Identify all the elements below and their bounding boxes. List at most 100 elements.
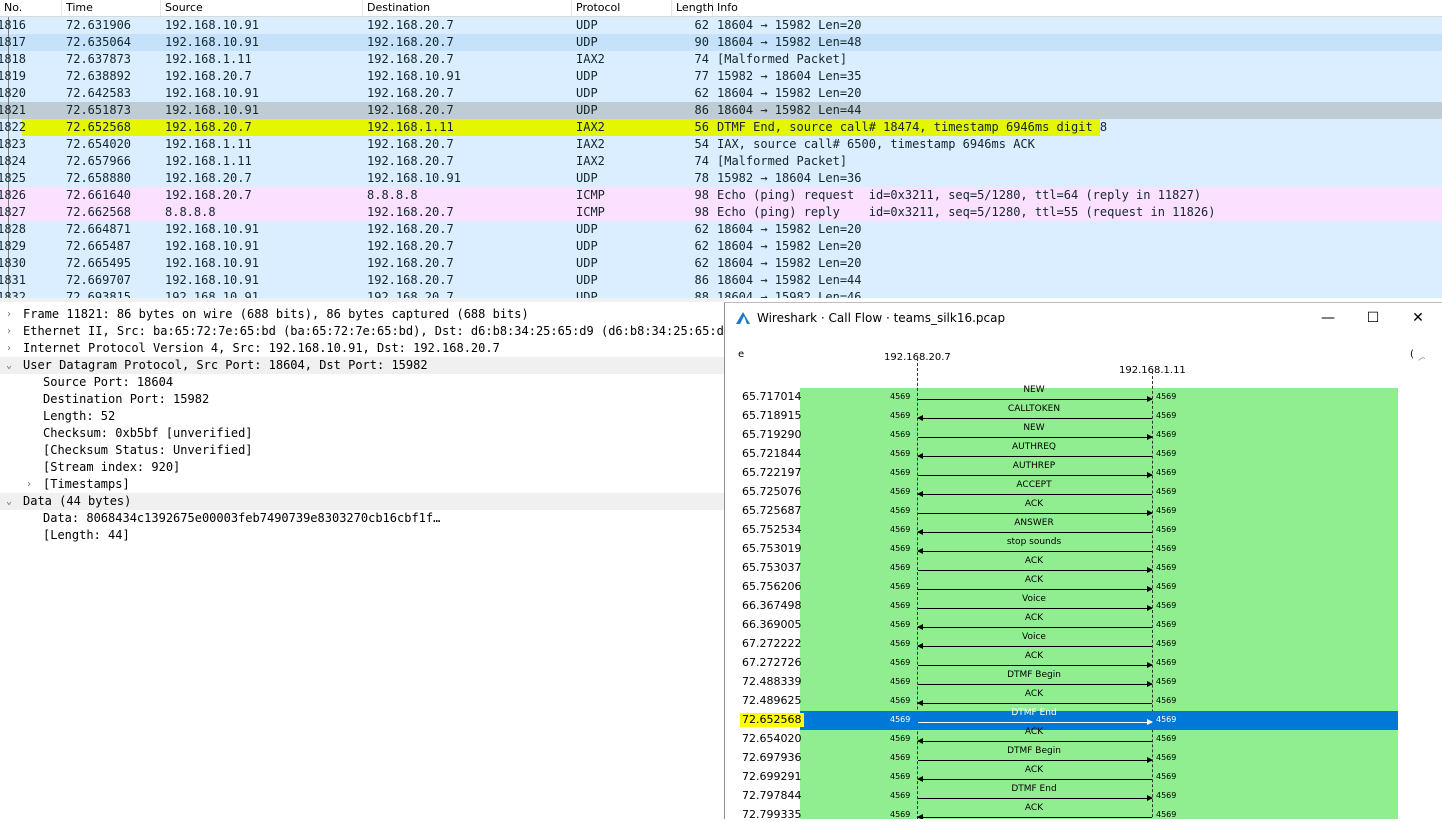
port-a-label: 4569: [890, 715, 911, 724]
packet-source: 192.168.20.7: [165, 171, 252, 185]
packet-row[interactable]: 11821 72.651873 192.168.10.91 192.168.20.7 U…: [0, 102, 1442, 119]
arrow-left-icon: [917, 643, 923, 649]
collapse-chevron-icon[interactable]: ›: [6, 323, 18, 340]
column-header-protocol[interactable]: Protocol: [572, 0, 672, 16]
flow-time: 65.725076: [742, 485, 802, 498]
message-arrow: [918, 681, 1153, 687]
column-header-source[interactable]: Source: [161, 0, 363, 16]
window-titlebar[interactable]: Wireshark · Call Flow · teams_silk16.pca…: [725, 303, 1442, 333]
packet-list[interactable]: No. Time Source Destination Protocol Len…: [0, 0, 1442, 298]
port-b-label: 4569: [1156, 696, 1177, 705]
packet-row[interactable]: 11819 72.638892 192.168.20.7 192.168.10.91 U…: [0, 68, 1442, 85]
packet-length: 62: [694, 18, 709, 32]
packet-no: 11820: [0, 86, 26, 100]
flow-time: 66.367498: [742, 599, 802, 612]
detail-field[interactable]: Destination Port: 15982: [0, 391, 724, 408]
packet-no: 11821: [0, 103, 26, 117]
message-label: DTMF Begin: [1007, 746, 1061, 756]
detail-tree-item[interactable]: › Ethernet II, Src: ba:65:72:7e:65:bd (ba…: [0, 323, 738, 340]
packet-row[interactable]: 11825 72.658880 192.168.20.7 192.168.10.91 U…: [0, 170, 1442, 187]
detail-tree-item[interactable]: › Frame 11821: 86 bytes on wire (688 bits…: [0, 306, 724, 323]
expand-chevron-icon[interactable]: ⌄: [6, 357, 18, 374]
detail-text: Data: 8068434c1392675e00003feb7490739e83…: [43, 511, 441, 525]
detail-text: Data (44 bytes): [23, 494, 132, 508]
detail-field[interactable]: [Length: 44]: [0, 527, 724, 544]
column-header-no[interactable]: No.: [0, 0, 62, 16]
arrow-right-icon: [1147, 472, 1153, 478]
packet-row[interactable]: 11826 72.661640 192.168.20.7 8.8.8.8 ICMP 98 E…: [0, 187, 1442, 204]
packet-info: 18604 → 15982 Len=48: [717, 35, 862, 49]
message-label: DTMF End: [1011, 708, 1057, 718]
column-header-destination[interactable]: Destination: [363, 0, 572, 16]
packet-row[interactable]: 11818 72.637873 192.168.1.11 192.168.20.7 IA…: [0, 51, 1442, 68]
arrow-left-icon: [917, 624, 923, 630]
close-button[interactable]: ✕: [1401, 307, 1435, 329]
detail-field[interactable]: [Checksum Status: Unverified]: [0, 442, 724, 459]
message-arrow: [918, 719, 1153, 725]
packet-row[interactable]: 11827 72.662568 8.8.8.8 192.168.20.7 ICMP 98 E…: [0, 204, 1442, 221]
detail-field[interactable]: [Stream index: 920]: [0, 459, 724, 476]
message-arrow: [918, 434, 1153, 440]
detail-field[interactable]: › [Timestamps]: [0, 476, 724, 493]
column-header-time[interactable]: Time: [62, 0, 161, 16]
packet-protocol: UDP: [576, 18, 598, 32]
packet-protocol: IAX2: [576, 120, 605, 134]
message-arrow: [918, 586, 1153, 592]
flow-time: 72.799335: [742, 808, 802, 819]
collapse-chevron-icon[interactable]: ›: [6, 306, 18, 323]
packet-info: 18604 → 15982 Len=44: [717, 273, 862, 287]
packet-row[interactable]: 11832 72.693815 192.168.10.91 192.168.20.7 U…: [0, 289, 1442, 298]
message-label: Voice: [1022, 632, 1046, 642]
column-header-length[interactable]: Length: [672, 0, 714, 16]
detail-tree-item[interactable]: › Internet Protocol Version 4, Src: 192.1…: [0, 340, 724, 357]
flow-row[interactable]: 72.799335 4569 4569 ACK: [736, 803, 1425, 819]
arrow-left-icon: [917, 738, 923, 744]
detail-field[interactable]: Source Port: 18604: [0, 374, 724, 391]
packet-row[interactable]: 11823 72.654020 192.168.1.11 192.168.20.7 IA…: [0, 136, 1442, 153]
port-b-label: 4569: [1156, 468, 1177, 477]
detail-tree-item[interactable]: ⌄ Data (44 bytes): [0, 493, 724, 510]
collapse-chevron-icon[interactable]: ›: [6, 340, 18, 357]
arrow-right-icon: [1147, 662, 1153, 668]
packet-row[interactable]: 11816 72.631906 192.168.10.91 192.168.20.7 U…: [0, 17, 1442, 34]
packet-source: 192.168.20.7: [165, 120, 252, 134]
call-flow-window[interactable]: Wireshark · Call Flow · teams_silk16.pca…: [724, 302, 1442, 819]
packet-destination: 192.168.20.7: [367, 35, 454, 49]
packet-row[interactable]: 11831 72.669707 192.168.10.91 192.168.20.7 U…: [0, 272, 1442, 289]
packet-protocol: UDP: [576, 273, 598, 287]
packet-row[interactable]: 11820 72.642583 192.168.10.91 192.168.20.7 U…: [0, 85, 1442, 102]
port-b-label: 4569: [1156, 753, 1177, 762]
packet-details[interactable]: › Frame 11821: 86 bytes on wire (688 bits…: [0, 298, 738, 822]
flow-time: 72.654020: [742, 732, 802, 745]
minimize-button[interactable]: —: [1311, 307, 1345, 329]
packet-destination: 8.8.8.8: [367, 188, 418, 202]
expand-chevron-icon[interactable]: ⌄: [6, 493, 18, 510]
packet-time: 72.637873: [66, 52, 132, 66]
scroll-up-icon[interactable]: ︿: [1418, 348, 1425, 363]
port-b-label: 4569: [1156, 791, 1177, 800]
message-arrow: [918, 605, 1153, 611]
flow-graph-canvas[interactable]: e ( ︿ 192.168.20.7 192.168.1.11 65.71701…: [736, 346, 1425, 819]
detail-field[interactable]: Data: 8068434c1392675e00003feb7490739e83…: [0, 510, 724, 527]
packet-row[interactable]: 11817 72.635064 192.168.10.91 192.168.20.7 U…: [0, 34, 1442, 51]
flow-time: 72.488339: [742, 675, 802, 688]
detail-tree-item[interactable]: ⌄ User Datagram Protocol, Src Port: 18604…: [0, 357, 724, 374]
port-a-label: 4569: [890, 677, 911, 686]
port-a-label: 4569: [890, 582, 911, 591]
collapse-chevron-icon[interactable]: ›: [26, 476, 38, 493]
packet-row[interactable]: 11829 72.665487 192.168.10.91 192.168.20.7 U…: [0, 238, 1442, 255]
packet-length: 74: [694, 52, 709, 66]
port-b-label: 4569: [1156, 563, 1177, 572]
detail-text: [Checksum Status: Unverified]: [43, 443, 253, 457]
maximize-button[interactable]: ☐: [1356, 307, 1390, 329]
packet-row[interactable]: 11830 72.665495 192.168.10.91 192.168.20.7 U…: [0, 255, 1442, 272]
packet-row[interactable]: 11824 72.657966 192.168.1.11 192.168.20.7 IA…: [0, 153, 1442, 170]
clipped-column-text-right: (: [1410, 349, 1414, 360]
detail-field[interactable]: Length: 52: [0, 408, 724, 425]
detail-field[interactable]: Checksum: 0xb5bf [unverified]: [0, 425, 724, 442]
flow-time: 72.489625: [742, 694, 802, 707]
packet-row[interactable]: 11822 72.652568 192.168.20.7 192.168.1.11 IA…: [0, 119, 1442, 136]
column-header-info[interactable]: Info: [713, 0, 1442, 16]
packet-length: 74: [694, 154, 709, 168]
packet-row[interactable]: 11828 72.664871 192.168.10.91 192.168.20.7 U…: [0, 221, 1442, 238]
